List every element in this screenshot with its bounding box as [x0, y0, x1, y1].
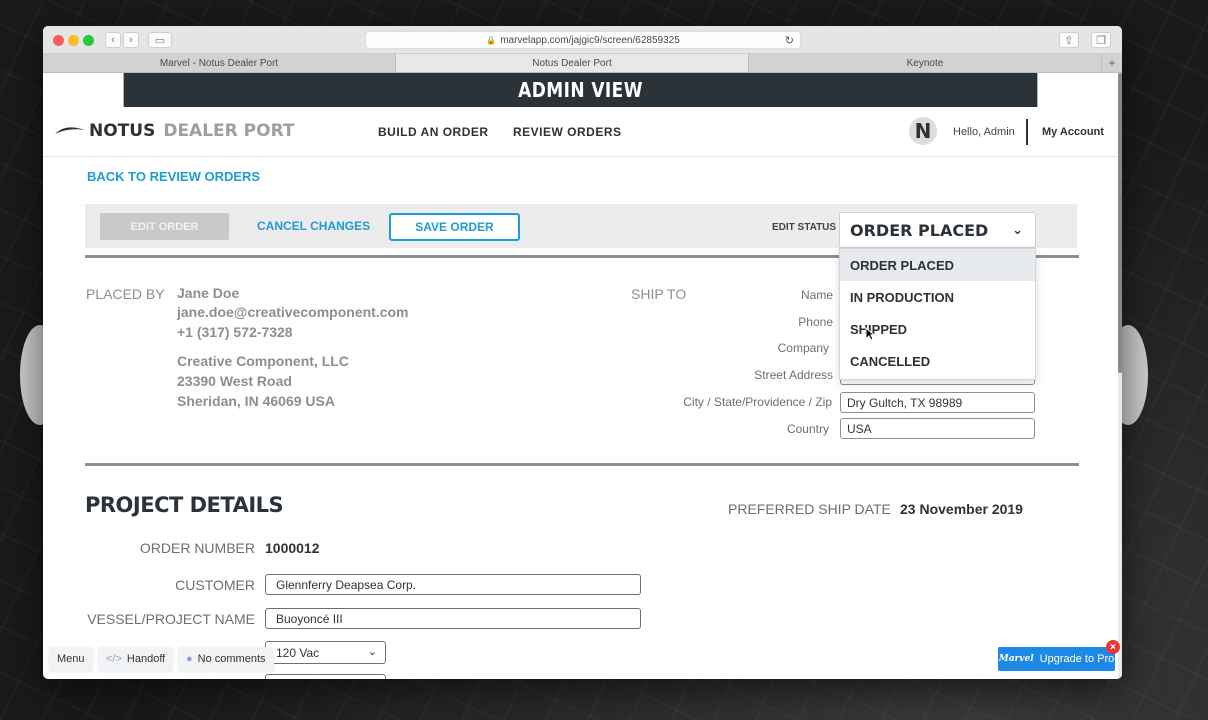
browser-titlebar: ‹ › ▭ 🔒 marvelapp.com/jajgic9/screen/628… [43, 26, 1122, 54]
nav-review-orders[interactable]: REVIEW ORDERS [513, 125, 622, 139]
comment-icon: ● [186, 653, 193, 665]
save-order-button[interactable]: SAVE ORDER [389, 213, 520, 241]
back-to-review-link[interactable]: BACK TO REVIEW ORDERS [87, 169, 260, 184]
swoosh-icon [55, 127, 85, 134]
back-arrow-icon[interactable]: ‹ [105, 32, 121, 48]
page-scrollbar[interactable] [1118, 73, 1122, 679]
tabs-overview-icon[interactable]: ❐ [1091, 32, 1111, 48]
lock-icon: 🔒 [486, 35, 497, 45]
status-select[interactable]: ORDER PLACED ⌄ [839, 212, 1036, 248]
placed-by-label: PLACED BY [86, 286, 165, 302]
chevron-down-icon: ⌄ [367, 646, 377, 658]
voltage-select[interactable]: 120 Vac ⌄ [265, 641, 386, 664]
chevron-down-icon: ⌄ [1012, 223, 1023, 238]
status-option-in-production[interactable]: IN PRODUCTION [840, 281, 1035, 313]
edit-status-label: EDIT STATUS [772, 222, 837, 233]
ship-country-input[interactable]: USA [840, 418, 1035, 439]
section-divider [85, 463, 1079, 466]
ship-country-label: Country [786, 422, 829, 436]
status-option-cancelled[interactable]: CANCELLED [840, 345, 1035, 377]
notus-logo[interactable]: NOTUS DEALER PORT [55, 121, 295, 141]
ship-to-label: SHIP TO [631, 286, 687, 302]
mouse-cursor-icon [865, 327, 875, 341]
placed-by-city: Sheridan, IN 46069 USA [177, 393, 335, 409]
order-number-value: 1000012 [265, 540, 320, 556]
preferred-ship-label: PREFERRED SHIP DATE [728, 501, 891, 517]
status-dropdown-menu: ORDER PLACED IN PRODUCTION SHIPPED CANCE… [839, 248, 1036, 380]
ship-name-label: Name [800, 288, 833, 302]
vessel-input[interactable]: Buoyoncé III [265, 608, 641, 629]
comments-button[interactable]: ● No comments [178, 647, 274, 671]
customer-label: CUSTOMER [175, 577, 255, 593]
customer-input[interactable]: Glennferry Deapsea Corp. [265, 574, 641, 595]
url-text: marvelapp.com/jajgic9/screen/62859325 [500, 34, 680, 46]
greeting-text: Hello, Admin [953, 126, 1015, 138]
ship-company-label: Company [777, 341, 829, 355]
ship-phone-label: Phone [798, 315, 833, 329]
placed-by-email: jane.doe@creativecomponent.com [177, 304, 409, 320]
status-select-value: ORDER PLACED [850, 220, 989, 240]
browser-tab[interactable]: Marvel - Notus Dealer Port [43, 54, 396, 72]
vessel-label: VESSEL/PROJECT NAME [87, 611, 255, 627]
edit-order-button[interactable]: EDIT ORDER [100, 213, 229, 240]
zoom-window-button[interactable] [83, 35, 94, 46]
comments-label: No comments [197, 653, 266, 665]
browser-window: ‹ › ▭ 🔒 marvelapp.com/jajgic9/screen/628… [43, 26, 1122, 679]
minimize-window-button[interactable] [68, 35, 79, 46]
nav-build-order[interactable]: BUILD AN ORDER [378, 125, 489, 139]
site-header: NOTUS DEALER PORT BUILD AN ORDER REVIEW … [43, 107, 1118, 157]
preferred-ship-value: 23 November 2019 [900, 501, 1023, 517]
address-bar[interactable]: 🔒 marvelapp.com/jajgic9/screen/62859325 … [365, 31, 801, 49]
order-number-label: ORDER NUMBER [139, 540, 255, 556]
partial-select[interactable] [265, 674, 386, 679]
scrollbar-thumb[interactable] [1118, 73, 1122, 373]
browser-tabs: Marvel - Notus Dealer Port Notus Dealer … [43, 54, 1122, 73]
upgrade-to-pro-button[interactable]: Marvel Upgrade to Pro [998, 647, 1115, 671]
my-account-link[interactable]: My Account [1042, 126, 1104, 138]
status-option-order-placed[interactable]: ORDER PLACED [840, 249, 1035, 281]
marvel-logo-icon: Marvel [998, 654, 1034, 664]
browser-tab-active[interactable]: Notus Dealer Port [396, 54, 749, 72]
new-tab-button[interactable]: + [1102, 54, 1122, 72]
logo-subtitle: DEALER PORT [163, 121, 295, 141]
close-icon[interactable]: × [1106, 640, 1120, 654]
ship-street-label: Street Address [754, 368, 833, 382]
close-window-button[interactable] [53, 35, 64, 46]
ship-city-input[interactable]: Dry Gultch, TX 98989 [840, 392, 1035, 413]
sidebar-toggle-icon[interactable]: ▭ [148, 32, 172, 48]
menu-label: Menu [57, 653, 85, 665]
placed-by-street: 23390 West Road [177, 373, 292, 389]
avatar[interactable]: N [909, 117, 937, 145]
upgrade-label: Upgrade to Pro [1039, 653, 1115, 665]
forward-arrow-icon[interactable]: › [123, 32, 139, 48]
logo-brand: NOTUS [89, 121, 156, 141]
code-icon: </> [106, 653, 122, 665]
admin-view-banner: ADMIN VIEW [123, 73, 1038, 107]
project-details-heading: PROJECT DETAILS [85, 493, 284, 517]
placed-by-phone: +1 (317) 572-7328 [177, 324, 293, 340]
browser-tab[interactable]: Keynote [749, 54, 1102, 72]
header-divider [1026, 119, 1028, 145]
cancel-changes-button[interactable]: CANCEL CHANGES [257, 219, 370, 233]
marvel-menu-button[interactable]: Menu [49, 647, 93, 671]
reload-icon[interactable]: ↻ [785, 34, 794, 47]
voltage-select-value: 120 Vac [276, 645, 320, 660]
ship-city-label: City / State/Providence / Zip [683, 395, 832, 409]
handoff-label: Handoff [126, 653, 166, 665]
placed-by-company: Creative Component, LLC [177, 353, 349, 369]
placed-by-name: Jane Doe [177, 285, 240, 301]
share-icon[interactable]: ⇧ [1059, 32, 1079, 48]
handoff-button[interactable]: </> Handoff [98, 647, 174, 671]
